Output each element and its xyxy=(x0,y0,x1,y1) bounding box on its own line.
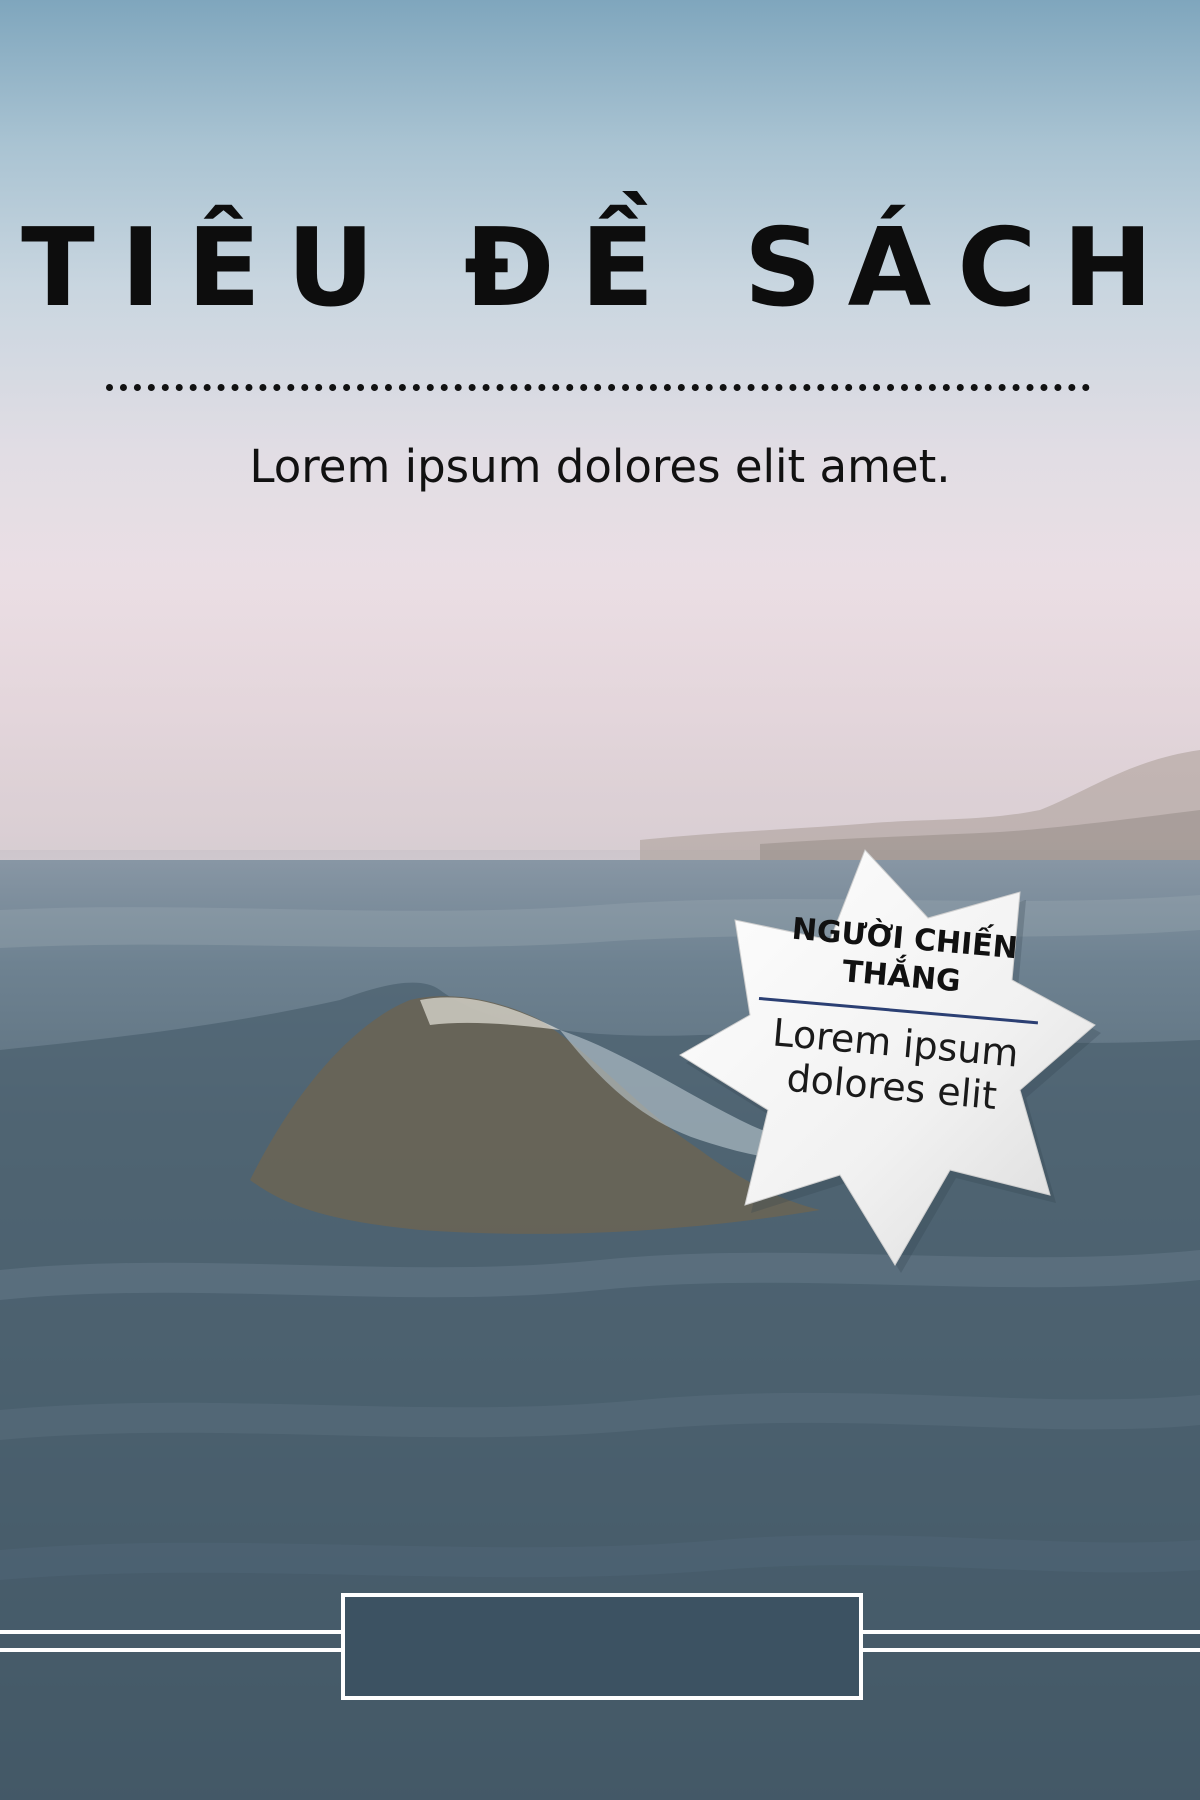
bottom-frame-box xyxy=(341,1593,863,1700)
award-star-badge: NGƯỜI CHIẾN THẮNG Lorem ipsum dolores el… xyxy=(650,840,1110,1300)
book-subtitle: Lorem ipsum dolores elit amet. xyxy=(249,440,951,493)
book-cover: TIÊU ĐỀ SÁCH Lorem ipsum dolores elit am… xyxy=(0,0,1200,1800)
title-dotted-divider xyxy=(106,384,1090,391)
book-title: TIÊU ĐỀ SÁCH xyxy=(21,206,1179,331)
